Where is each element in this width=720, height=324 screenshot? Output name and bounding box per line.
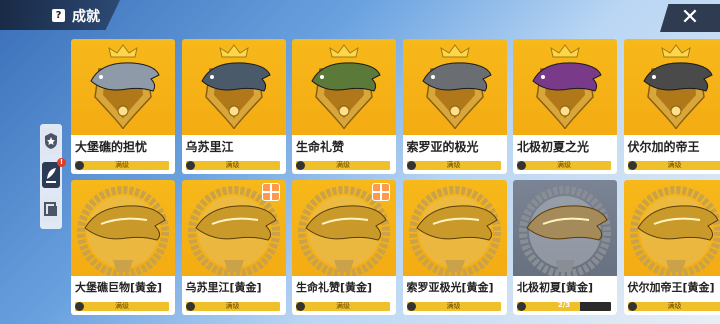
achievement-card[interactable]: 伏尔加帝王[黄金] 满级 bbox=[623, 180, 720, 315]
card-label-panel: 乌苏里江[黄金] 满级 bbox=[181, 276, 286, 315]
cards-icon bbox=[44, 202, 57, 216]
achievement-name: 北极初夏之光 bbox=[517, 140, 590, 154]
notification-badge: ! bbox=[57, 158, 66, 167]
achievement-card[interactable]: 大堡礁的担忧满级 bbox=[71, 39, 175, 174]
level-progress-bar: 满级 bbox=[185, 161, 280, 170]
card-label-panel: 索罗亚的极光满级 bbox=[402, 135, 507, 174]
achievement-name: 大堡礁巨物[黄金] bbox=[75, 281, 163, 294]
achievement-card[interactable]: 索罗亚的极光满级 bbox=[402, 39, 507, 174]
card-label-panel: 北极初夏[黄金] 2/3 bbox=[513, 276, 617, 315]
achievement-name: 索罗亚极光[黄金] bbox=[406, 281, 494, 294]
fish-trophy-icon bbox=[46, 168, 56, 183]
card-label-panel: 乌苏里江满级 bbox=[181, 135, 286, 174]
gift-icon[interactable] bbox=[372, 183, 390, 201]
achievement-name: 大堡礁的担忧 bbox=[75, 140, 148, 154]
fish-emblem-icon bbox=[642, 44, 713, 130]
level-text: 满级 bbox=[336, 302, 350, 310]
level-progress-bar: 满级 bbox=[627, 302, 720, 311]
achievement-name: 北极初夏[黄金] bbox=[517, 281, 594, 294]
achievement-card[interactable]: 乌苏里江满级 bbox=[181, 39, 286, 174]
achievement-card[interactable]: 北极初夏之光满级 bbox=[513, 39, 617, 174]
fish-emblem-icon bbox=[519, 186, 611, 276]
fish-emblem-icon bbox=[90, 44, 160, 130]
level-text: 满级 bbox=[115, 161, 129, 169]
gift-icon[interactable] bbox=[261, 183, 280, 201]
achievement-name: 乌苏里江[黄金] bbox=[185, 281, 262, 294]
page-title: 成就 bbox=[72, 9, 100, 25]
sidebar-tab-fish[interactable]: ! bbox=[42, 158, 66, 188]
card-label-panel: 生命礼赞[黄金] 满级 bbox=[292, 276, 396, 315]
fish-emblem-icon bbox=[629, 186, 720, 276]
title-bar: ? 成就 bbox=[0, 0, 120, 30]
level-text: 2/3 bbox=[557, 301, 571, 309]
sidebar-tab-cards[interactable] bbox=[42, 196, 60, 222]
fish-emblem-icon bbox=[408, 186, 501, 276]
card-label-panel: 北极初夏之光满级 bbox=[513, 135, 617, 174]
card-label-panel: 伏尔加的帝王满级 bbox=[623, 135, 720, 174]
fish-emblem-icon bbox=[532, 44, 602, 130]
level-text: 满级 bbox=[667, 161, 682, 169]
card-label-panel: 大堡礁巨物[黄金] 满级 bbox=[71, 276, 175, 315]
level-progress-bar: 满级 bbox=[517, 161, 611, 170]
level-progress-bar: 满级 bbox=[296, 161, 390, 170]
achievement-name: 生命礼赞 bbox=[296, 140, 345, 154]
level-progress-bar: 满级 bbox=[627, 161, 720, 170]
level-text: 满级 bbox=[225, 161, 240, 169]
card-label-panel: 伏尔加帝王[黄金] 满级 bbox=[623, 276, 720, 315]
star-badge-icon bbox=[45, 133, 57, 149]
achievement-name: 乌苏里江 bbox=[185, 140, 234, 154]
category-sidebar: ! bbox=[40, 124, 66, 229]
level-text: 满级 bbox=[667, 302, 682, 310]
card-label-panel: 大堡礁的担忧满级 bbox=[71, 135, 175, 174]
achievement-card[interactable]: 乌苏里江[黄金] 满级 bbox=[181, 180, 286, 315]
sidebar-tab-star[interactable] bbox=[42, 128, 60, 154]
achievement-card[interactable]: 生命礼赞[黄金] 满级 bbox=[292, 180, 396, 315]
achievement-card[interactable]: 伏尔加的帝王满级 bbox=[623, 39, 720, 174]
level-text: 满级 bbox=[225, 302, 240, 310]
achievement-card[interactable]: 北极初夏[黄金] 2/3 bbox=[513, 180, 617, 315]
achievement-name: 生命礼赞[黄金] bbox=[296, 281, 373, 294]
card-label-panel: 生命礼赞满级 bbox=[292, 135, 396, 174]
level-progress-bar: 满级 bbox=[406, 302, 501, 311]
card-label-panel: 索罗亚极光[黄金] 满级 bbox=[402, 276, 507, 315]
level-progress-bar: 满级 bbox=[406, 161, 501, 170]
achievement-card[interactable]: 大堡礁巨物[黄金] 满级 bbox=[71, 180, 175, 315]
fish-emblem-icon bbox=[421, 44, 492, 130]
fish-emblem-icon bbox=[311, 44, 381, 130]
level-text: 满级 bbox=[446, 161, 461, 169]
level-progress-bar: 满级 bbox=[75, 302, 169, 311]
level-text: 满级 bbox=[336, 161, 350, 169]
close-button[interactable]: ✕ bbox=[660, 4, 720, 32]
level-progress-bar: 满级 bbox=[296, 302, 390, 311]
fish-emblem-icon bbox=[77, 186, 169, 276]
level-text: 满级 bbox=[557, 161, 571, 169]
level-progress-bar: 满级 bbox=[185, 302, 280, 311]
fish-emblem-icon bbox=[200, 44, 271, 130]
achievement-name: 伏尔加的帝王 bbox=[627, 140, 700, 154]
achievement-name: 索罗亚的极光 bbox=[406, 140, 479, 154]
achievement-card[interactable]: 索罗亚极光[黄金] 满级 bbox=[402, 180, 507, 315]
level-progress-bar: 2/3 bbox=[517, 301, 611, 311]
help-icon[interactable]: ? bbox=[52, 9, 65, 22]
achievement-name: 伏尔加帝王[黄金] bbox=[627, 281, 715, 294]
level-progress-bar: 满级 bbox=[75, 161, 169, 170]
level-text: 满级 bbox=[115, 302, 129, 310]
achievement-card[interactable]: 生命礼赞满级 bbox=[292, 39, 396, 174]
level-text: 满级 bbox=[446, 302, 461, 310]
